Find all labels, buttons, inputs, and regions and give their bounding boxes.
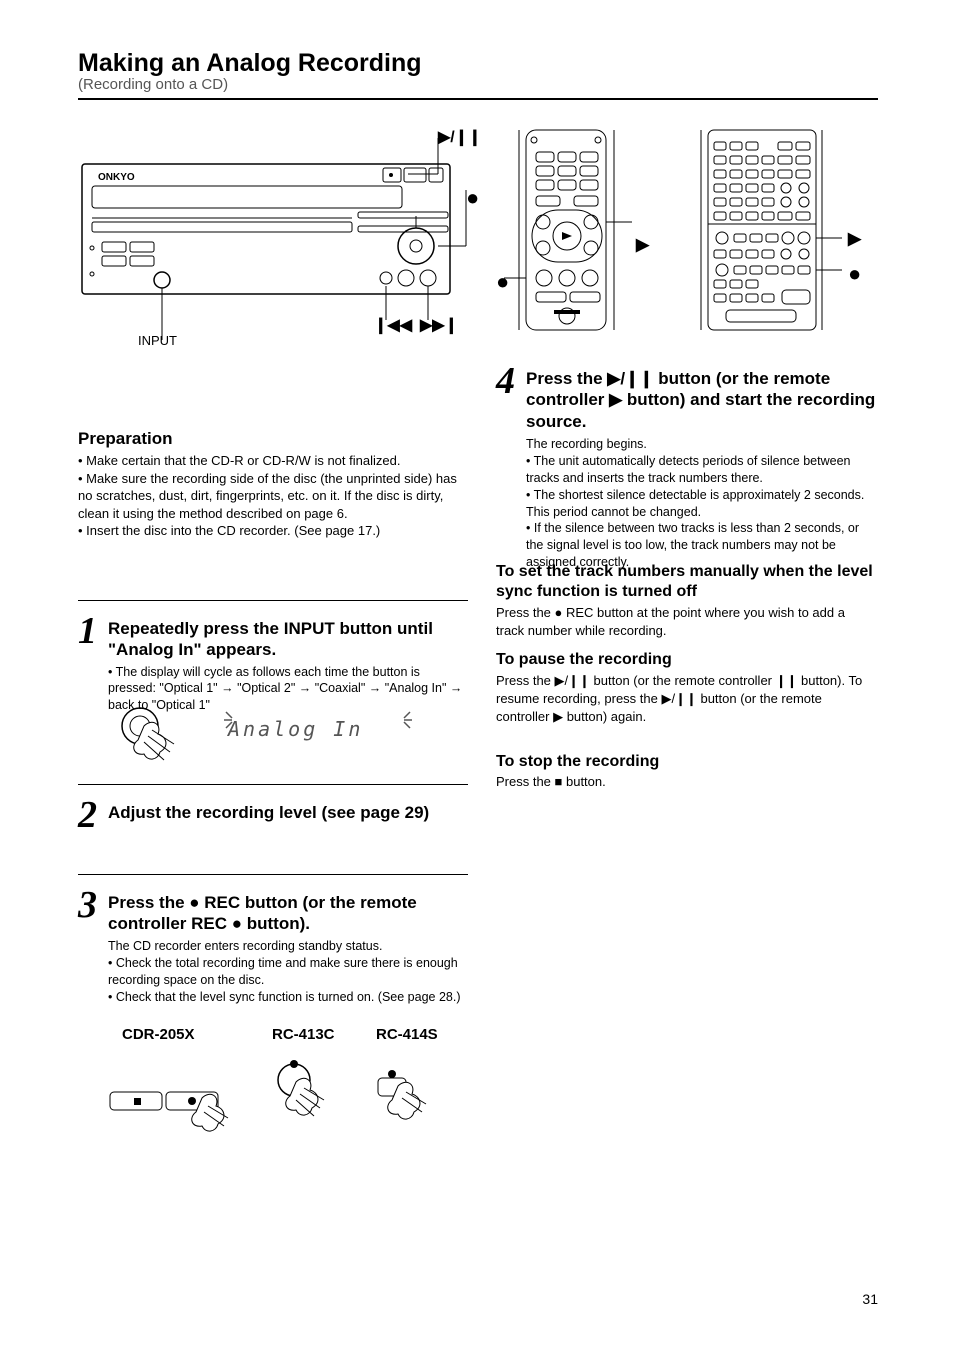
- page-subtitle: (Recording onto a CD): [78, 76, 228, 95]
- play-pause-icon: ▶/❙❙: [438, 128, 482, 148]
- step-number: 4: [496, 358, 515, 406]
- step2-text: Adjust the recording level (see page 29): [108, 802, 463, 823]
- remote1-play-icon: ▶: [636, 234, 649, 255]
- diagram-remote-rc414s: [696, 130, 846, 350]
- illustration-rc414s-rec: [372, 1058, 462, 1138]
- remote2-rec-icon: ●: [848, 260, 861, 288]
- manual-track-body: Press the ● REC button at the point wher…: [496, 604, 876, 639]
- illustration-press-input: [118, 700, 202, 770]
- step-number: 3: [78, 882, 97, 930]
- remote2-play-icon: ▶: [848, 228, 861, 249]
- divider: [78, 874, 468, 875]
- illustration-cdr205x-rec: [108, 1060, 238, 1140]
- step-number: 2: [78, 792, 97, 840]
- step4-note: • The shortest silence detectable is app…: [526, 487, 876, 521]
- illustration-rc413c-rec: [264, 1050, 354, 1140]
- model-label: RC-413C: [272, 1026, 335, 1045]
- diagram-remote-rc413c: [514, 130, 634, 350]
- next-icon: ▶▶❙: [420, 316, 458, 336]
- step4-text: Press the ▶/❙❙ button (or the remote con…: [526, 368, 876, 432]
- step1-text: Repeatedly press the INPUT button until …: [108, 618, 463, 661]
- divider: [78, 600, 468, 601]
- page-title: Making an Analog Recording: [78, 48, 422, 79]
- diagram-device-front: ONKYO: [78, 130, 468, 340]
- model-label: CDR-205X: [122, 1026, 195, 1045]
- brand-text: ONKYO: [98, 172, 135, 183]
- preparation-item: • Make sure the recording side of the di…: [78, 470, 468, 523]
- step4-note: The recording begins.: [526, 436, 876, 453]
- input-label: INPUT: [138, 333, 177, 349]
- step3-text: Press the ● REC button (or the remote co…: [108, 892, 468, 935]
- step4-note: • The unit automatically detects periods…: [526, 453, 876, 487]
- pause-heading: To pause the recording: [496, 650, 876, 670]
- prev-icon: ❙◀◀: [374, 316, 412, 336]
- svg-text:Analog In: Analog In: [226, 717, 363, 741]
- remote1-rec-icon: ●: [496, 268, 509, 296]
- rec-icon: ●: [466, 184, 479, 212]
- pause-body: Press the ▶/❙❙ button (or the remote con…: [496, 672, 876, 727]
- manual-track-heading: To set the track numbers manually when t…: [496, 562, 876, 602]
- divider: [78, 784, 468, 785]
- preparation-heading: Preparation: [78, 428, 172, 449]
- step3-note: • Check that the level sync function is …: [108, 989, 468, 1006]
- step3-note: • Check the total recording time and mak…: [108, 955, 468, 989]
- model-label: RC-414S: [376, 1026, 438, 1045]
- header-rule: [78, 98, 878, 100]
- stop-heading: To stop the recording: [496, 752, 876, 772]
- step-number: 1: [78, 608, 97, 656]
- preparation-item: • Make certain that the CD-R or CD-R/W i…: [78, 452, 468, 470]
- display-panel: Analog In: [224, 706, 444, 754]
- stop-body: Press the ■ button.: [496, 774, 876, 790]
- step3-note: The CD recorder enters recording standby…: [108, 938, 468, 955]
- page-number: 31: [862, 1291, 878, 1309]
- preparation-item: • Insert the disc into the CD recorder. …: [78, 522, 468, 540]
